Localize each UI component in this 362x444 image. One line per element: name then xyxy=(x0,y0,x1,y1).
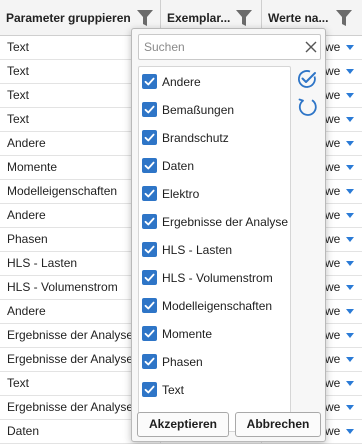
chevron-down-icon[interactable] xyxy=(346,69,354,74)
checkbox[interactable] xyxy=(142,270,157,285)
filter-option[interactable]: Andere xyxy=(139,68,290,96)
filter-option-label: Elektro xyxy=(162,187,200,201)
chevron-down-icon[interactable] xyxy=(346,333,354,338)
value-text: we xyxy=(325,232,341,246)
checkbox[interactable] xyxy=(142,186,157,201)
filter-option[interactable]: Text xyxy=(139,376,290,404)
value-text: we xyxy=(325,352,341,366)
value-text: we xyxy=(325,136,341,150)
chevron-down-icon[interactable] xyxy=(346,309,354,314)
filter-option[interactable]: Bemaßungen xyxy=(139,96,290,124)
checkbox[interactable] xyxy=(142,158,157,173)
checkmark-icon xyxy=(144,189,155,198)
filter-funnel-icon[interactable] xyxy=(136,9,154,27)
filter-option[interactable]: Modelleigenschaften xyxy=(139,292,290,320)
checkmark-icon xyxy=(144,133,155,142)
chevron-down-icon[interactable] xyxy=(346,381,354,386)
filter-funnel-icon[interactable] xyxy=(235,9,253,27)
filter-option[interactable]: Phasen xyxy=(139,348,290,376)
checkmark-icon xyxy=(144,245,155,254)
value-text: we xyxy=(325,424,341,438)
filter-option-label: Text xyxy=(162,383,185,397)
checkmark-icon xyxy=(144,161,155,170)
search-input[interactable] xyxy=(139,35,299,59)
value-text: we xyxy=(325,256,341,270)
filter-option-label: Phasen xyxy=(162,355,203,369)
value-text: we xyxy=(325,376,341,390)
chevron-down-icon[interactable] xyxy=(346,429,354,434)
checkbox[interactable] xyxy=(142,298,157,313)
checkmark-icon xyxy=(144,77,155,86)
checkmark-icon xyxy=(144,329,155,338)
deselect-all-circle-icon[interactable] xyxy=(296,96,318,118)
filter-option-label: Modelleigenschaften xyxy=(162,299,273,313)
filter-option-label: Daten xyxy=(162,159,195,173)
checkbox[interactable] xyxy=(142,242,157,257)
filter-option[interactable]: Elektro xyxy=(139,180,290,208)
value-text: we xyxy=(325,88,341,102)
filter-option[interactable]: Brandschutz xyxy=(139,124,290,152)
checkbox[interactable] xyxy=(142,74,157,89)
filter-option-label: Momente xyxy=(162,327,213,341)
checkmark-icon xyxy=(144,273,155,282)
checkbox[interactable] xyxy=(142,354,157,369)
checkmark-icon xyxy=(144,357,155,366)
checkbox[interactable] xyxy=(142,214,157,229)
column-header-label: Parameter gruppieren xyxy=(6,11,131,25)
chevron-down-icon[interactable] xyxy=(346,261,354,266)
filter-option[interactable]: HLS - Lasten xyxy=(139,236,290,264)
filter-option[interactable]: HLS - Volumenstrom xyxy=(139,264,290,292)
close-icon[interactable] xyxy=(305,41,317,53)
filter-option[interactable]: Momente xyxy=(139,320,290,348)
value-text: we xyxy=(325,400,341,414)
checkbox[interactable] xyxy=(142,382,157,397)
filter-option-label: HLS - Volumenstrom xyxy=(162,271,273,285)
chevron-down-icon[interactable] xyxy=(346,237,354,242)
value-text: we xyxy=(325,112,341,126)
filter-funnel-icon[interactable] xyxy=(335,9,353,27)
checkbox[interactable] xyxy=(142,130,157,145)
filter-option-label: HLS - Lasten xyxy=(162,243,233,257)
checkmark-icon xyxy=(144,301,155,310)
checkmark-icon xyxy=(144,105,155,114)
search-box xyxy=(138,34,321,60)
chevron-down-icon[interactable] xyxy=(346,117,354,122)
value-text: we xyxy=(325,184,341,198)
value-text: we xyxy=(325,328,341,342)
value-text: we xyxy=(325,64,341,78)
value-text: we xyxy=(325,208,341,222)
value-text: we xyxy=(325,280,341,294)
accept-button[interactable]: Akzeptieren xyxy=(137,412,229,437)
cancel-button[interactable]: Abbrechen xyxy=(235,412,321,437)
chevron-down-icon[interactable] xyxy=(346,141,354,146)
value-text: we xyxy=(325,304,341,318)
checkmark-icon xyxy=(144,217,155,226)
filter-option-label: Andere xyxy=(162,75,201,89)
chevron-down-icon[interactable] xyxy=(346,285,354,290)
select-all-check-icon[interactable] xyxy=(296,68,318,90)
chevron-down-icon[interactable] xyxy=(346,189,354,194)
filter-option-label: Bemaßungen xyxy=(162,103,235,117)
checkmark-icon xyxy=(144,385,155,394)
chevron-down-icon[interactable] xyxy=(346,405,354,410)
filter-option-label: Brandschutz xyxy=(162,131,229,145)
chevron-down-icon[interactable] xyxy=(346,213,354,218)
filter-popup: Andere Bemaßungen Brandschutz Daten Elektro E… xyxy=(131,28,326,442)
chevron-down-icon[interactable] xyxy=(346,165,354,170)
value-text: we xyxy=(325,160,341,174)
filter-option[interactable]: Daten xyxy=(139,152,290,180)
checkbox[interactable] xyxy=(142,326,157,341)
chevron-down-icon[interactable] xyxy=(346,45,354,50)
filter-option-label: Ergebnisse der Analyse xyxy=(162,215,289,229)
value-text: we xyxy=(325,40,341,54)
chevron-down-icon[interactable] xyxy=(346,93,354,98)
checkbox[interactable] xyxy=(142,102,157,117)
chevron-down-icon[interactable] xyxy=(346,357,354,362)
filter-option[interactable]: Ergebnisse der Analyse xyxy=(139,208,290,236)
filter-value-list: Andere Bemaßungen Brandschutz Daten Elektro E… xyxy=(138,66,291,432)
